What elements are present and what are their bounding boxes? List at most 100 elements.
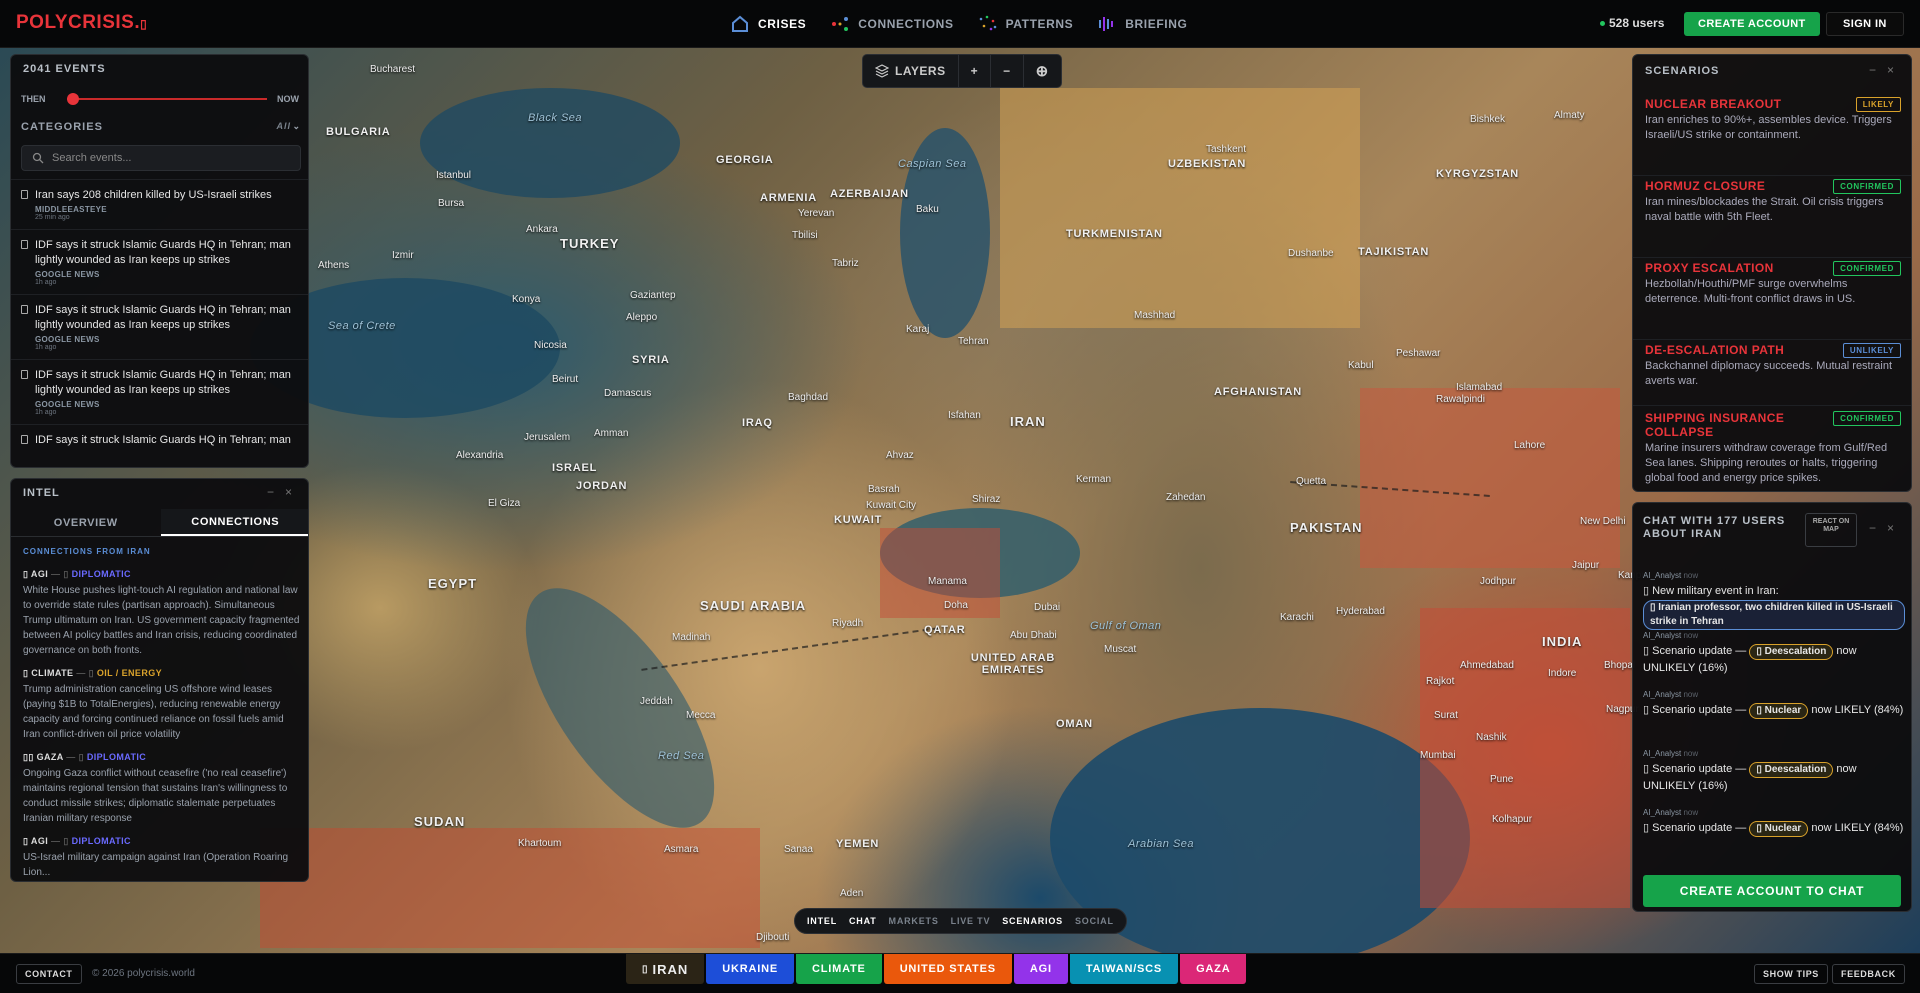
event-title: IDF says it struck Islamic Guards HQ in … bbox=[35, 369, 291, 396]
map-label-country: KYRGYZSTAN bbox=[1436, 168, 1519, 180]
logo[interactable]: POLYCRISIS.▯ bbox=[16, 12, 147, 34]
tab-social[interactable]: SOCIAL bbox=[1075, 916, 1114, 926]
bot-icon: ▯ bbox=[1643, 645, 1653, 657]
event-item[interactable]: Iran says 208 children killed by US-Isra… bbox=[11, 179, 308, 229]
nav-patterns[interactable]: PATTERNS bbox=[978, 14, 1074, 34]
tab-scenarios[interactable]: SCENARIOS bbox=[1002, 916, 1063, 926]
scenario-item[interactable]: NUCLEAR BREAKOUT LIKELY Iran enriches to… bbox=[1633, 97, 1911, 143]
region-tab-taiwan-scs[interactable]: TAIWAN/SCS bbox=[1069, 954, 1179, 984]
map-label-country: UZBEKISTAN bbox=[1168, 158, 1247, 170]
map-city: Surat bbox=[1434, 710, 1458, 721]
message-pill[interactable]: ▯ Iranian professor, two children killed… bbox=[1643, 600, 1905, 630]
event-item[interactable]: IDF says it struck Islamic Guards HQ in … bbox=[11, 359, 308, 424]
event-item[interactable]: IDF says it struck Islamic Guards HQ in … bbox=[11, 294, 308, 359]
time-slider[interactable]: THEN NOW bbox=[21, 89, 301, 117]
region-tab-united-states[interactable]: UNITED STATES bbox=[883, 954, 1012, 984]
tab-markets[interactable]: MARKETS bbox=[889, 916, 939, 926]
nav-crises[interactable]: CRISES bbox=[730, 14, 806, 34]
minimize-icon[interactable]: − bbox=[1869, 63, 1876, 77]
scenario-item[interactable]: SHIPPING INSURANCE COLLAPSE CONFIRMED Ma… bbox=[1633, 411, 1911, 486]
nav-connections[interactable]: CONNECTIONS bbox=[830, 14, 953, 34]
connections-list: ▯ AGI — ▯ DIPLOMATIC White House pushes … bbox=[23, 569, 301, 881]
tab-chat[interactable]: CHAT bbox=[849, 916, 877, 926]
create-account-to-chat-button[interactable]: CREATE ACCOUNT TO CHAT bbox=[1643, 875, 1901, 907]
home-icon bbox=[732, 15, 748, 32]
message-pill[interactable]: ▯ Nuclear bbox=[1749, 703, 1809, 719]
scenario-item[interactable]: DE-ESCALATION PATH UNLIKELY Backchannel … bbox=[1633, 343, 1911, 389]
pill-label: Deescalation bbox=[1764, 646, 1827, 657]
slider-then-label: THEN bbox=[21, 94, 46, 104]
map-city: Beirut bbox=[552, 374, 579, 385]
categories-label: CATEGORIES bbox=[21, 121, 103, 133]
map-label-country: OMAN bbox=[1056, 718, 1093, 730]
region-tab-gaza[interactable]: GAZA bbox=[1180, 954, 1247, 984]
layers-button[interactable]: LAYERS bbox=[863, 55, 959, 87]
chat-title: CHAT WITH 177 USERS ABOUT IRAN bbox=[1643, 515, 1786, 540]
region-tab-ukraine[interactable]: UKRAINE bbox=[706, 954, 795, 984]
bot-icon: ▯ bbox=[1643, 585, 1653, 597]
map-label-country: ARMENIA bbox=[760, 192, 817, 204]
map-city: Ahmedabad bbox=[1460, 660, 1514, 671]
event-list: Iran says 208 children killed by US-Isra… bbox=[11, 179, 308, 456]
event-item[interactable]: IDF says it struck Islamic Guards HQ in … bbox=[11, 229, 308, 294]
message-pill[interactable]: ▯ Nuclear bbox=[1749, 821, 1809, 837]
region-tab-current[interactable]: ▯ IRAN bbox=[626, 954, 705, 984]
map-label-country: IRAN bbox=[1010, 414, 1046, 429]
map-label-country: SAUDI ARABIA bbox=[700, 598, 807, 613]
connection-item[interactable]: ▯ CLIMATE — ▯ OIL / ENERGY Trump adminis… bbox=[23, 668, 301, 742]
connection-text: Trump administration canceling US offsho… bbox=[23, 684, 284, 740]
sign-in-button[interactable]: SIGN IN bbox=[1826, 12, 1904, 36]
zoom-out-button[interactable]: − bbox=[991, 55, 1024, 87]
connection-item[interactable]: ▯ AGI — ▯ DIPLOMATIC US-Israel military … bbox=[23, 836, 301, 880]
status-badge: CONFIRMED bbox=[1833, 179, 1901, 194]
map-label-country: SYRIA bbox=[632, 354, 670, 366]
map-city: El Giza bbox=[488, 498, 521, 509]
view-tabs: INTEL CHAT MARKETS LIVE TV SCENARIOS SOC… bbox=[794, 908, 1127, 934]
map-label-country: GEORGIA bbox=[716, 154, 774, 166]
create-account-button[interactable]: CREATE ACCOUNT bbox=[1684, 12, 1820, 36]
divider bbox=[1633, 339, 1911, 340]
tab-connections[interactable]: CONNECTIONS bbox=[160, 509, 308, 536]
chevron-down-icon: ⌄ bbox=[292, 121, 301, 131]
minimize-icon[interactable]: − bbox=[267, 485, 274, 499]
search-events-input[interactable]: Search events... bbox=[21, 145, 301, 171]
message-pill[interactable]: ▯ Deescalation bbox=[1749, 644, 1834, 660]
slider-handle[interactable] bbox=[67, 93, 79, 105]
zoom-in-button[interactable]: + bbox=[959, 55, 992, 87]
map-city: Tashkent bbox=[1206, 144, 1247, 155]
map-label-country: BULGARIA bbox=[326, 126, 391, 138]
map-city: Jodhpur bbox=[1480, 576, 1517, 587]
close-icon[interactable]: × bbox=[285, 485, 292, 499]
tab-overview[interactable]: OVERVIEW bbox=[11, 509, 161, 536]
contact-button[interactable]: CONTACT bbox=[16, 964, 82, 984]
connection-item[interactable]: ▯▯ GAZA — ▯ DIPLOMATIC Ongoing Gaza conf… bbox=[23, 752, 301, 826]
connection-item[interactable]: ▯ AGI — ▯ DIPLOMATIC White House pushes … bbox=[23, 569, 301, 658]
tab-intel[interactable]: INTEL bbox=[807, 916, 837, 926]
scenario-item[interactable]: HORMUZ CLOSURE CONFIRMED Iran mines/bloc… bbox=[1633, 179, 1911, 225]
react-on-map-button[interactable]: REACT ON MAP bbox=[1805, 513, 1857, 547]
event-item[interactable]: IDF says it struck Islamic Guards HQ in … bbox=[11, 424, 308, 456]
map-city: Alexandria bbox=[456, 450, 504, 461]
region-tab-climate[interactable]: CLIMATE bbox=[796, 954, 882, 984]
flag-icon: ▯ bbox=[642, 963, 649, 975]
nav-briefing[interactable]: BRIEFING bbox=[1097, 14, 1187, 34]
online-users: 528 users bbox=[1600, 16, 1664, 30]
events-count: 2041 EVENTS bbox=[23, 63, 106, 75]
feedback-button[interactable]: FEEDBACK bbox=[1832, 964, 1905, 984]
scenario-item[interactable]: PROXY ESCALATION CONFIRMED Hezbollah/Hou… bbox=[1633, 261, 1911, 307]
region-tab-agi[interactable]: AGI bbox=[1013, 954, 1068, 984]
locate-button[interactable]: ⊕ bbox=[1024, 55, 1061, 87]
close-icon[interactable]: × bbox=[1887, 521, 1894, 535]
slider-track[interactable] bbox=[67, 98, 267, 100]
close-icon[interactable]: × bbox=[1887, 63, 1894, 77]
message-text: New military event in Iran: bbox=[1652, 585, 1779, 597]
minimize-icon[interactable]: − bbox=[1869, 521, 1876, 535]
show-tips-button[interactable]: SHOW TIPS bbox=[1754, 964, 1828, 984]
tab-live-tv[interactable]: LIVE TV bbox=[951, 916, 991, 926]
categories-filter[interactable]: CATEGORIES All ⌄ bbox=[21, 121, 301, 133]
map-city: Indore bbox=[1548, 668, 1577, 679]
event-icon bbox=[21, 240, 28, 249]
map-label-country: INDIA bbox=[1542, 634, 1583, 649]
pill-icon: ▯ bbox=[1756, 705, 1765, 716]
message-pill[interactable]: ▯ Deescalation bbox=[1749, 762, 1834, 778]
